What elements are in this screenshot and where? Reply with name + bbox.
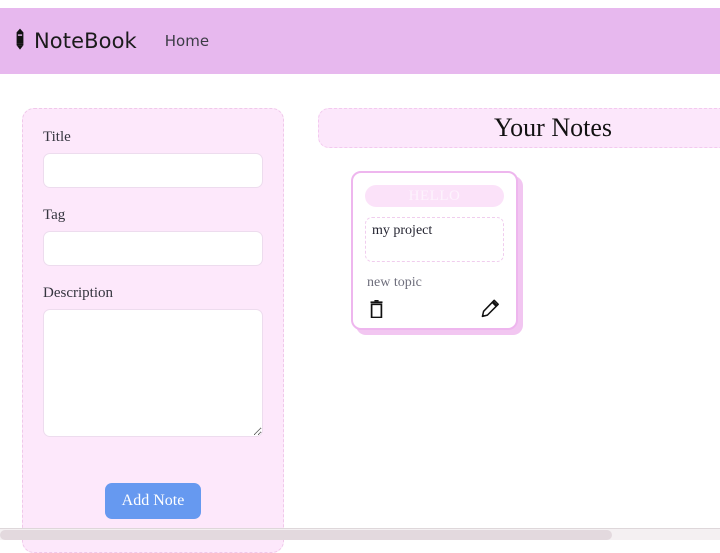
add-note-button[interactable]: Add Note <box>104 483 202 519</box>
nav-links: Home <box>163 29 211 53</box>
page-title: Your Notes <box>494 113 612 142</box>
tag-label: Tag <box>43 207 66 223</box>
note-actions <box>365 299 504 318</box>
notes-grid: HELLO my project new topic <box>351 171 518 330</box>
notes-region: Your Notes HELLO my project new topic <box>318 74 720 536</box>
note-tag: new topic <box>367 275 422 290</box>
nav-link-home[interactable]: Home <box>163 29 211 53</box>
note-description: my project <box>365 217 504 262</box>
note-card[interactable]: HELLO my project new topic <box>351 171 518 330</box>
note-title: HELLO <box>365 185 504 207</box>
horizontal-scrollbar[interactable] <box>0 528 720 540</box>
title-input[interactable] <box>43 153 263 188</box>
trash-icon <box>369 299 384 318</box>
description-textarea[interactable] <box>43 309 263 437</box>
navbar: NoteBook Home <box>0 8 720 74</box>
content-area: Title Tag Description Add Note Your Note… <box>0 74 720 553</box>
page-top-gutter <box>0 0 720 8</box>
notes-header: Your Notes <box>318 108 720 148</box>
add-note-row: Add Note <box>43 483 263 519</box>
delete-note-button[interactable] <box>369 299 384 318</box>
title-label: Title <box>43 129 71 145</box>
edit-note-button[interactable] <box>481 299 500 318</box>
brand[interactable]: NoteBook <box>13 28 137 54</box>
brand-label: NoteBook <box>34 29 137 53</box>
pencil-icon <box>481 299 500 318</box>
description-label: Description <box>43 285 113 301</box>
horizontal-scrollbar-thumb[interactable] <box>0 530 612 540</box>
note-form-panel: Title Tag Description Add Note <box>22 108 284 553</box>
tag-input[interactable] <box>43 231 263 266</box>
pencil-icon <box>13 28 27 54</box>
